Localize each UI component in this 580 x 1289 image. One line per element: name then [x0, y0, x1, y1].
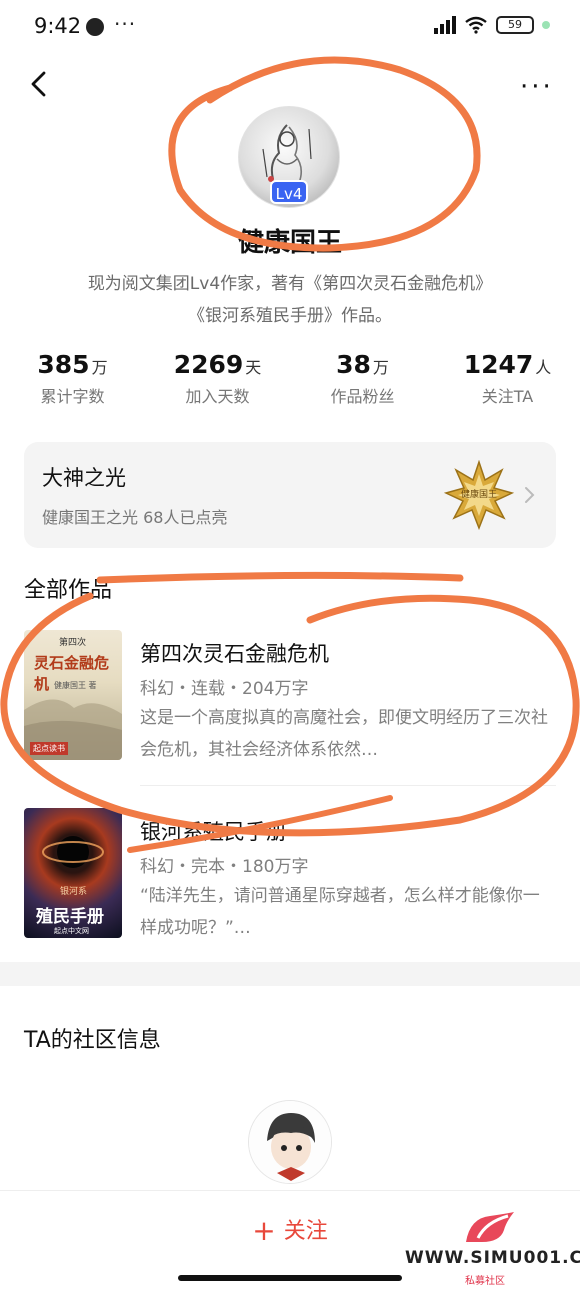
shine-card[interactable]: 大神之光 健康国王之光 68人已点亮 健康国王 [24, 442, 556, 548]
star-badge-icon: 健康国王 [443, 459, 515, 531]
stat-label: 加入天数 [185, 387, 250, 406]
author-name: 健康国王 [237, 228, 342, 258]
book-title: 第四次灵石金融危机 [140, 642, 329, 666]
stats-row: 385 万 累计字数 2269 天 加入天数 38 万 作品粉丝 1247 人 关注TA [0, 350, 580, 407]
watermark: WWW.SIMU001.CN 私募社区 [405, 1208, 580, 1288]
follow-label: 关注 [283, 1219, 328, 1244]
book-title: 银河系殖民手册 [140, 820, 287, 844]
divider [140, 785, 556, 786]
notification-dot-icon [86, 18, 104, 36]
community-avatar[interactable] [248, 1100, 332, 1184]
author-bio: 现为阅文集团Lv4作家，著有《第四次灵石金融危机》 《银河系殖民手册》作品。 [30, 268, 550, 332]
book-meta: 科幻・完本・180万字 [140, 857, 309, 877]
more-options-icon[interactable]: ··· [520, 72, 554, 102]
book-cover[interactable]: 第四次 灵石金融危机 健康国王 著 起点读书 [24, 630, 122, 760]
watermark-url: WWW.SIMU001.CN [405, 1248, 580, 1268]
battery-indicator: 59 [496, 16, 534, 34]
stat-unit: 天 [245, 358, 262, 377]
level-badge: Lv4 [270, 180, 308, 204]
stat-value: 385 [37, 350, 90, 379]
shine-subtitle: 健康国王之光 68人已点亮 [42, 508, 228, 527]
stat-days-joined: 2269 天 加入天数 [145, 350, 290, 407]
bio-line: 现为阅文集团Lv4作家，著有《第四次灵石金融危机》 [87, 274, 493, 294]
book-item[interactable]: 第四次 灵石金融危机 健康国王 著 起点读书 第四次灵石金融危机 科幻・连载・2… [24, 630, 556, 770]
plus-icon: + [252, 1214, 276, 1247]
cover-prefix: 第四次 [59, 638, 87, 648]
watermark-subtitle: 私募社区 [465, 1276, 505, 1287]
stat-fans[interactable]: 38 万 作品粉丝 [290, 350, 435, 407]
stat-unit: 万 [91, 358, 108, 377]
stat-unit: 万 [372, 358, 389, 377]
stat-label: 累计字数 [40, 387, 105, 406]
status-bar: 9:42 ··· 59 [0, 0, 580, 56]
cover-prefix: 银河系 [60, 887, 88, 897]
signal-icon [434, 16, 456, 34]
works-section-title: 全部作品 [24, 578, 113, 603]
chevron-right-icon [525, 487, 535, 503]
cover-author: 健康国王 著 [54, 681, 97, 690]
stat-label: 关注TA [481, 387, 534, 406]
cover-title: 殖民手册 [36, 907, 104, 927]
status-time: 9:42 [34, 14, 82, 38]
cover-publisher: 起点读书 [30, 742, 68, 755]
stat-unit: 人 [535, 358, 552, 377]
stat-label: 作品粉丝 [330, 387, 395, 406]
status-more-icon: ··· [114, 12, 137, 36]
stat-value: 2269 [173, 350, 244, 379]
book-meta: 科幻・连载・204万字 [140, 679, 309, 699]
back-arrow-icon[interactable] [26, 70, 54, 98]
stat-value: 1247 [463, 350, 534, 379]
badge-label: 健康国王 [460, 490, 497, 500]
shine-title: 大神之光 [42, 466, 126, 490]
book-description: 这是一个高度拟真的高魔社会，即便文明经历了三次社会危机，其社会经济体系依然… [140, 708, 548, 760]
watermark-logo-icon [466, 1212, 514, 1242]
book-item[interactable]: 银河系 殖民手册 起点中文网 银河系殖民手册 科幻・完本・180万字 “陆洋先生… [24, 808, 556, 948]
wifi-icon [465, 16, 487, 34]
section-gap [0, 962, 580, 986]
stat-followers[interactable]: 1247 人 关注TA [435, 350, 580, 407]
home-indicator[interactable] [178, 1275, 402, 1281]
bio-line: 《银河系殖民手册》作品。 [188, 306, 392, 326]
cover-publisher: 起点中文网 [54, 927, 89, 935]
community-section-title: TA的社区信息 [24, 1028, 161, 1053]
charging-dot-icon [542, 21, 550, 29]
book-cover[interactable]: 银河系 殖民手册 起点中文网 [24, 808, 122, 938]
stat-word-count: 385 万 累计字数 [0, 350, 145, 407]
stat-value: 38 [336, 350, 371, 379]
book-description: “陆洋先生，请问普通星际穿越者，怎么样才能像你一样成功呢？”… [140, 886, 540, 938]
